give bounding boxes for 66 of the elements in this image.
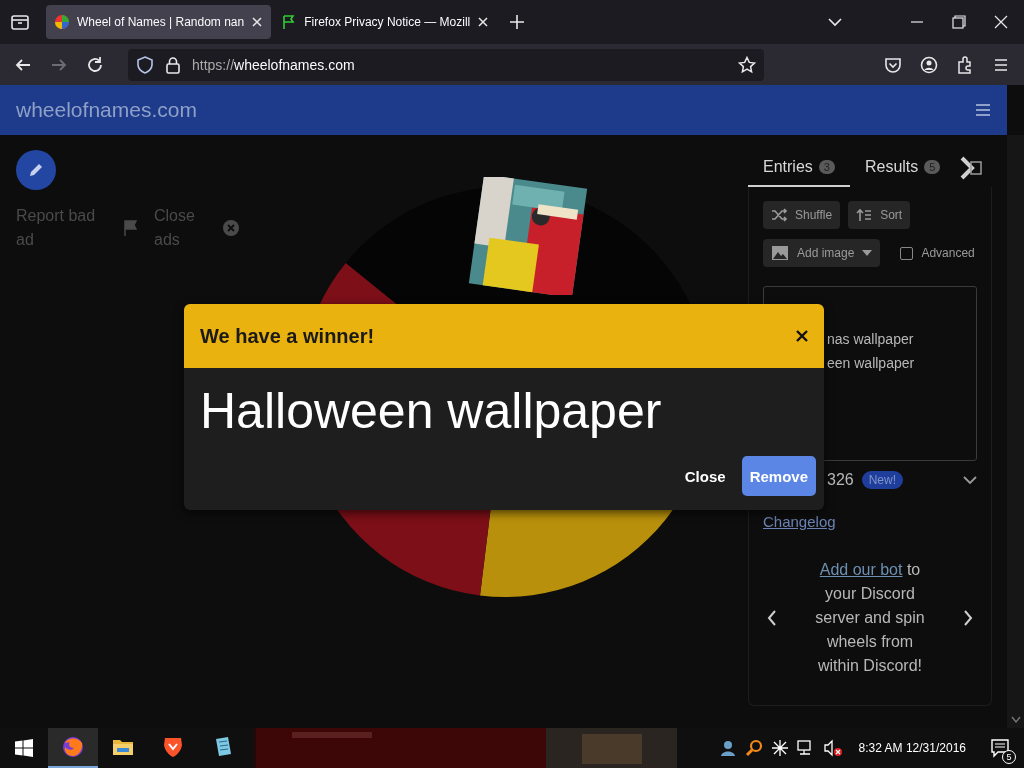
add-image-button[interactable]: Add image [763,239,881,267]
firefox-icon [61,735,85,759]
new-tab-icon[interactable] [509,14,526,30]
wheel-favicon-icon [54,14,70,30]
star-icon[interactable] [738,55,756,74]
notification-icon[interactable] [990,738,1010,758]
pocket-icon[interactable] [884,55,902,74]
shuffle-icon [771,208,787,222]
puzzle-piece-icon[interactable] [956,55,974,74]
changelog-link[interactable]: Changelog [763,513,836,530]
caret-icon [862,250,873,256]
entry-text: nas wallpaper [827,330,915,349]
tab-title: Wheel of Names | Random nan [77,15,245,29]
lion-icon [161,735,185,759]
new-badge: New! [861,471,904,489]
browser-tab[interactable]: Firefox Privacy Notice — Mozill [273,5,498,39]
reload-icon[interactable] [86,55,104,74]
pencil-icon [27,161,45,179]
text-button[interactable]: Close [676,456,734,496]
close-icon[interactable] [251,16,264,28]
account-icon[interactable] [920,55,938,74]
panel-tab[interactable]: Entries 3 [748,149,850,187]
version-text: 326 [827,471,854,489]
person-icon[interactable] [718,739,737,757]
notification-count: 5 [1002,750,1016,764]
edit-button[interactable] [16,150,56,190]
scrollbar[interactable] [1007,135,1024,728]
url-text: https://wheelofnames.com [192,56,355,73]
winner-text: Halloween wallpaper [199,382,663,440]
tab-list-icon[interactable] [10,12,30,32]
chevron-down-icon[interactable] [963,475,977,485]
restore-icon[interactable] [952,15,966,29]
primary-button[interactable]: Remove [741,456,816,496]
browser-tab[interactable]: Wheel of Names | Random nan [46,5,272,39]
entry-text: een wallpaper [827,354,916,373]
chevron-right-icon[interactable] [963,610,973,626]
address-bar[interactable]: https://wheelofnames.com [128,48,764,81]
sort-button[interactable]: Sort [848,201,911,229]
promo-text: Add our bot to your Discord server and spin wheels from within Discord! [814,560,926,676]
sort-icon [856,208,873,222]
close-icon [796,330,808,342]
bot-link[interactable]: Add our bot [819,561,903,578]
windows-start-icon[interactable] [15,739,33,757]
shuffle-button[interactable]: Shuffle [763,201,841,229]
scroll-down-icon[interactable] [1010,716,1021,724]
checkbox[interactable] [900,246,914,260]
clock-text[interactable]: 8:32 AM 12/31/2016 [858,741,966,755]
asterisk-icon[interactable] [770,739,789,757]
shield-icon[interactable] [136,55,154,74]
chevron-down-icon[interactable] [828,15,842,29]
muted-speaker-icon[interactable] [822,739,843,757]
site-title[interactable]: wheelofnames.com [16,98,197,122]
menu-icon[interactable] [975,103,991,117]
lock-icon[interactable] [164,55,182,74]
count-badge: 3 [818,160,835,174]
tab-title: Firefox Privacy Notice — Mozill [304,15,471,29]
taskbar-app[interactable] [48,728,98,768]
close-icon[interactable] [994,15,1008,29]
collapse-panel-icon[interactable] [959,155,984,181]
chevron-left-icon[interactable] [767,610,777,626]
close-button[interactable] [796,330,808,342]
magnifier-icon[interactable] [744,739,763,757]
close-icon[interactable] [477,16,490,28]
dialog-title: We have a winner! [200,324,375,348]
image-icon [771,245,789,261]
checkbox-label[interactable]: Advanced [921,246,975,260]
